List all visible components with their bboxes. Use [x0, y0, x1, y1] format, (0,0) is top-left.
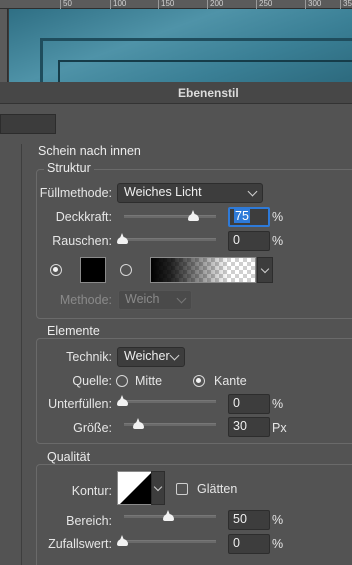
- ruler-tick: 35: [340, 0, 352, 9]
- opacity-slider[interactable]: [124, 210, 216, 221]
- ruler-tick: 100: [110, 0, 126, 9]
- dialog-title: Ebenenstil: [178, 86, 239, 100]
- opacity-input[interactable]: 75: [228, 207, 270, 227]
- chevron-down-icon: [176, 293, 187, 304]
- choke-unit: %: [272, 397, 284, 411]
- size-slider[interactable]: [124, 418, 216, 429]
- blend-mode-label: Füllmethode:: [39, 186, 112, 200]
- ruler-tick: 250: [256, 0, 272, 9]
- opacity-unit: %: [272, 210, 284, 224]
- opacity-value: 75: [234, 209, 250, 223]
- noise-slider-thumb[interactable]: [117, 232, 128, 244]
- glow-color-swatch[interactable]: [80, 257, 106, 283]
- antialias-label: Glätten: [197, 482, 238, 496]
- contour-preview[interactable]: [117, 471, 153, 505]
- contour-label: Kontur:: [71, 484, 112, 498]
- noise-label: Rauschen:: [52, 234, 112, 248]
- size-input[interactable]: 30: [228, 417, 270, 437]
- noise-value: 0: [233, 233, 240, 247]
- jitter-slider[interactable]: [117, 535, 216, 546]
- range-value: 50: [233, 512, 247, 526]
- source-edge-radio[interactable]: [193, 375, 205, 387]
- styles-list-panel: [0, 144, 22, 565]
- opacity-slider-thumb[interactable]: [188, 209, 199, 221]
- jitter-unit: %: [272, 537, 284, 551]
- ruler-tick: 50: [60, 0, 72, 9]
- source-label: Quelle:: [72, 374, 112, 388]
- choke-input[interactable]: 0: [228, 394, 270, 414]
- source-center-radio[interactable]: [116, 375, 128, 387]
- chevron-down-icon: [247, 186, 258, 197]
- ruler-tick: 200: [207, 0, 223, 9]
- size-unit: Px: [272, 421, 287, 435]
- range-slider[interactable]: [124, 510, 216, 521]
- canvas-area: 50 100 150 200 250 300 35: [0, 0, 352, 82]
- antialias-checkbox[interactable]: [176, 483, 188, 495]
- choke-slider-thumb[interactable]: [117, 394, 128, 406]
- source-edge-label: Kante: [214, 374, 247, 388]
- chevron-down-icon: [169, 350, 180, 361]
- contour-picker-button[interactable]: [151, 471, 165, 505]
- range-unit: %: [272, 513, 284, 527]
- elements-title: Elemente: [44, 324, 103, 338]
- range-slider-thumb[interactable]: [163, 509, 174, 521]
- choke-value: 0: [233, 396, 240, 410]
- jitter-label: Zufallswert:: [48, 537, 112, 551]
- technique-dropdown[interactable]: Weicher: [117, 347, 185, 367]
- range-input[interactable]: 50: [228, 510, 270, 530]
- contour-curve-icon: [120, 472, 152, 504]
- jitter-slider-thumb[interactable]: [117, 534, 128, 546]
- quality-title: Qualität: [44, 450, 94, 464]
- layer-style-dialog: Ebenenstil Schein nach innen Struktur Fü…: [0, 82, 352, 565]
- method-label: Methode:: [59, 293, 112, 307]
- choke-label: Unterfüllen:: [48, 397, 112, 411]
- size-value: 30: [233, 419, 247, 433]
- ruler-vertical: [0, 9, 8, 82]
- styles-search-field[interactable]: [0, 114, 56, 134]
- blend-mode-dropdown[interactable]: Weiches Licht: [117, 183, 263, 203]
- opacity-label: Deckkraft:: [55, 210, 112, 224]
- gradient-picker-button[interactable]: [257, 257, 273, 283]
- color-fill-radio[interactable]: [50, 264, 62, 276]
- ruler-horizontal: 50 100 150 200 250 300 35: [0, 0, 352, 9]
- noise-unit: %: [272, 234, 284, 248]
- ruler-tick: 150: [158, 0, 174, 9]
- size-slider-thumb[interactable]: [133, 417, 144, 429]
- chevron-down-icon: [153, 482, 163, 492]
- method-dropdown[interactable]: Weich: [118, 290, 192, 310]
- technique-value: Weicher: [124, 349, 170, 363]
- blend-mode-value: Weiches Licht: [124, 185, 202, 199]
- gradient-fill-radio[interactable]: [120, 264, 132, 276]
- choke-slider[interactable]: [117, 395, 216, 406]
- structure-title: Struktur: [44, 161, 94, 175]
- technique-label: Technik:: [66, 350, 112, 364]
- size-label: Größe:: [73, 421, 112, 435]
- source-center-label: Mitte: [135, 374, 163, 388]
- dialog-titlebar[interactable]: Ebenenstil: [0, 82, 352, 104]
- noise-slider[interactable]: [117, 233, 216, 244]
- chevron-down-icon: [260, 264, 270, 274]
- jitter-input[interactable]: 0: [228, 534, 270, 554]
- section-title: Schein nach innen: [38, 144, 141, 158]
- method-value: Weich: [125, 292, 160, 306]
- ruler-tick: 300: [305, 0, 321, 9]
- range-label: Bereich:: [66, 514, 112, 528]
- image-frame-inner: [58, 60, 352, 82]
- noise-input[interactable]: 0: [228, 231, 270, 251]
- jitter-value: 0: [233, 536, 240, 550]
- glow-gradient-preview[interactable]: [150, 257, 256, 283]
